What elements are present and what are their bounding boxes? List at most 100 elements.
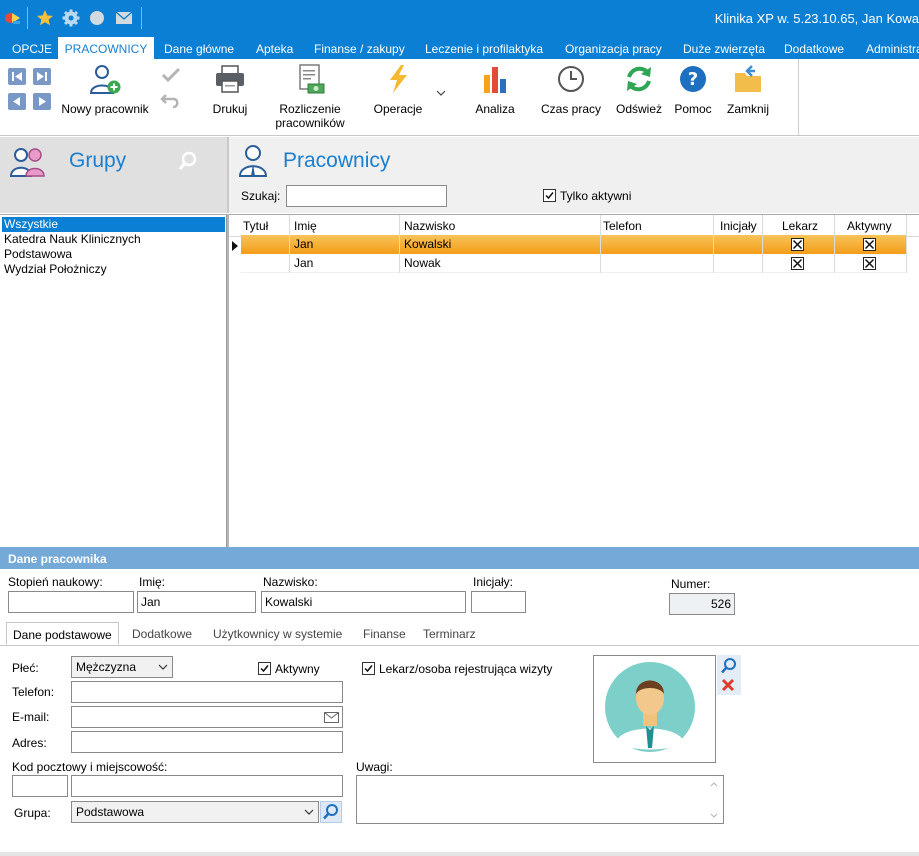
active-checkbox[interactable]	[258, 662, 271, 675]
work-time-button[interactable]: Czas pracy	[540, 63, 602, 116]
col-header-phone[interactable]: Telefon	[603, 218, 642, 234]
photo-delete-icon[interactable]	[720, 677, 736, 693]
favorites-star-icon[interactable]	[36, 9, 54, 27]
postal-code-input[interactable]	[12, 775, 68, 797]
email-label: E-mail:	[12, 710, 50, 724]
postal-label: Kod pocztowy i miejscowość:	[12, 760, 168, 774]
active-checkbox[interactable]	[863, 238, 876, 251]
email-input[interactable]	[71, 706, 343, 728]
group-select[interactable]: Podstawowa	[71, 801, 319, 823]
tab-opcje[interactable]: OPCJE	[12, 37, 52, 59]
cell-last-name: Nowak	[404, 256, 441, 270]
operations-button[interactable]: Operacje	[368, 63, 428, 116]
search-input[interactable]	[286, 185, 447, 207]
col-header-initials[interactable]: Inicjały	[720, 218, 757, 234]
next-record-button[interactable]	[33, 93, 51, 110]
phone-label: Telefon:	[12, 685, 55, 699]
x-mark-icon	[864, 258, 875, 269]
group-item-podstawowa[interactable]: Podstawowa	[2, 247, 225, 262]
last-name-input[interactable]: Kowalski	[261, 591, 466, 613]
help-button[interactable]: ? Pomoc	[670, 63, 716, 116]
notes-label: Uwagi:	[356, 760, 393, 774]
employees-title: Pracownicy	[283, 149, 391, 172]
notes-textarea[interactable]	[356, 775, 724, 824]
settings-gear-icon[interactable]	[62, 9, 80, 27]
doctor-checkbox[interactable]	[791, 257, 804, 270]
mail-icon[interactable]	[115, 9, 133, 27]
first-name-label: Imię:	[139, 575, 166, 589]
tab-finanse-zakupy[interactable]: Finanse / zakupy	[314, 37, 405, 59]
print-label: Drukuj	[212, 102, 248, 116]
prev-record-button[interactable]	[8, 93, 26, 110]
tab-system-users[interactable]: Użytkownicy w systemie	[213, 622, 342, 645]
tab-pracownicy[interactable]: PRACOWNICY	[58, 37, 154, 59]
printer-icon	[216, 65, 244, 93]
settlement-button[interactable]: Rozliczenie pracowników	[270, 63, 350, 130]
analysis-label: Analiza	[475, 102, 515, 116]
tab-duze-zwierzeta[interactable]: Duże zwierzęta	[683, 37, 765, 59]
settlement-document-icon	[299, 64, 325, 94]
new-employee-button[interactable]: Nowy pracownik	[58, 63, 152, 116]
first-name-input[interactable]: Jan	[137, 591, 256, 613]
city-input[interactable]	[71, 775, 343, 797]
photo-search-icon[interactable]	[719, 656, 739, 676]
analysis-button[interactable]: Analiza	[468, 63, 522, 116]
tab-finance[interactable]: Finanse	[363, 622, 406, 645]
status-circle-icon[interactable]	[88, 9, 106, 27]
table-row[interactable]: Jan Kowalski	[241, 235, 907, 254]
checkmark-icon	[545, 192, 554, 200]
col-header-first-name[interactable]: Imię	[294, 218, 317, 234]
gender-select[interactable]: Mężczyzna	[71, 656, 173, 678]
col-header-doctor[interactable]: Lekarz	[782, 218, 818, 234]
first-icon	[12, 72, 22, 81]
last-record-button[interactable]	[33, 68, 51, 85]
refresh-button[interactable]: Odśwież	[613, 63, 665, 116]
doctor-checkbox[interactable]	[791, 238, 804, 251]
settlement-label-1: Rozliczenie	[279, 102, 341, 116]
number-label: Numer:	[671, 577, 711, 591]
undo-icon[interactable]	[160, 91, 182, 109]
tab-additional[interactable]: Dodatkowe	[132, 622, 192, 645]
first-record-button[interactable]	[8, 68, 26, 85]
phone-input[interactable]	[71, 681, 343, 703]
tab-dodatkowe[interactable]: Dodatkowe	[784, 37, 844, 59]
active-checkbox[interactable]	[863, 257, 876, 270]
confirm-check-icon[interactable]	[160, 67, 182, 83]
email-envelope-icon[interactable]	[324, 712, 339, 723]
employees-header: Pracownicy Szukaj: Tylko aktywni	[229, 137, 919, 213]
new-employee-label: Nowy pracownik	[61, 102, 149, 116]
group-item-wydzial[interactable]: Wydział Położniczy	[2, 262, 225, 277]
degree-input[interactable]	[8, 591, 134, 613]
cell-first-name: Jan	[294, 256, 314, 270]
x-mark-icon	[792, 239, 803, 250]
group-search-button[interactable]	[320, 801, 342, 823]
group-item-wszystkie[interactable]: Wszystkie	[2, 217, 225, 232]
tab-organizacja-pracy[interactable]: Organizacja pracy	[565, 37, 662, 59]
address-input[interactable]	[71, 731, 343, 753]
operations-dropdown-icon[interactable]	[436, 89, 446, 97]
refresh-icon	[627, 66, 651, 92]
print-button[interactable]: Drukuj	[205, 63, 255, 116]
prev-icon	[13, 97, 20, 106]
gender-value: Mężczyzna	[76, 660, 137, 674]
table-row[interactable]: Jan Nowak	[241, 254, 907, 273]
tab-leczenie[interactable]: Leczenie i profilaktyka	[425, 37, 543, 59]
tab-administracja[interactable]: Administra	[866, 37, 919, 59]
tab-apteka[interactable]: Apteka	[256, 37, 293, 59]
group-item-katedra[interactable]: Katedra Nauk Klinicznych	[2, 232, 225, 247]
col-header-last-name[interactable]: Nazwisko	[404, 218, 455, 234]
tab-basic-data[interactable]: Dane podstawowe	[6, 622, 119, 645]
tab-dane-glowne[interactable]: Dane główne	[164, 37, 234, 59]
group-label: Grupa:	[14, 806, 51, 820]
initials-input[interactable]	[471, 591, 526, 613]
col-header-title[interactable]: Tytuł	[243, 218, 268, 234]
tab-schedule[interactable]: Terminarz	[423, 622, 476, 645]
col-header-active[interactable]: Aktywny	[847, 218, 892, 234]
search-icon[interactable]	[178, 151, 198, 171]
groups-header: Grupy	[0, 137, 227, 213]
close-button[interactable]: Zamknij	[722, 63, 774, 116]
notes-scrollbar[interactable]	[708, 779, 720, 821]
only-active-checkbox[interactable]	[543, 189, 556, 202]
doctor-checkbox[interactable]	[362, 662, 375, 675]
group-value: Podstawowa	[76, 805, 145, 819]
